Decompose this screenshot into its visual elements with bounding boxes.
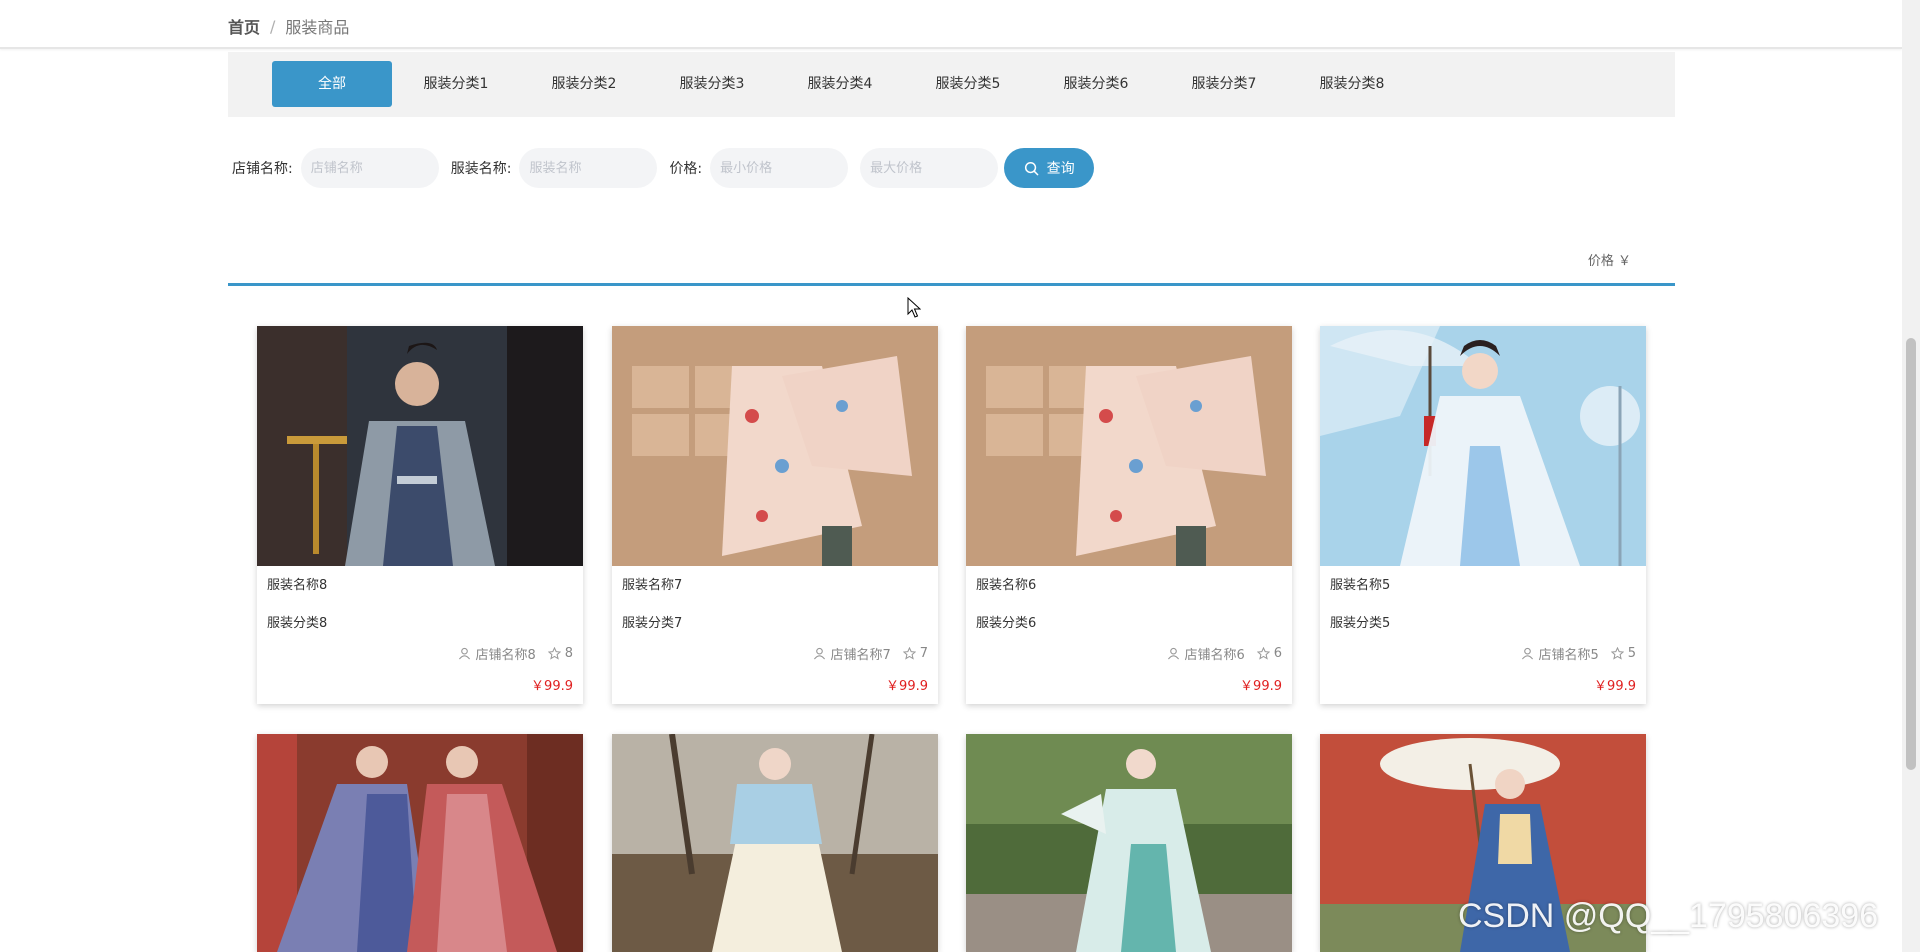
breadcrumb-header: 首页 / 服装商品 xyxy=(0,0,1902,49)
favorite-count: 6 xyxy=(1273,646,1282,661)
user-icon xyxy=(1522,647,1534,660)
price-label: 价格: xyxy=(669,161,703,177)
product-category: 服装分类7 xyxy=(622,616,683,631)
product-meta: 店铺名称8 8 xyxy=(458,644,573,663)
category-tab-all[interactable]: 全部 xyxy=(272,61,392,107)
shop-name[interactable]: 店铺名称7 xyxy=(830,644,890,663)
category-tab-7[interactable]: 服装分类7 xyxy=(1160,61,1288,107)
user-icon xyxy=(814,647,826,660)
min-price-input[interactable] xyxy=(710,148,849,188)
shop-name[interactable]: 店铺名称6 xyxy=(1184,644,1244,663)
page: 首页 / 服装商品 全部 服装分类1 服装分类2 服装分类3 服装分类4 服装分… xyxy=(0,0,1920,952)
star-icon xyxy=(902,647,916,660)
search-button[interactable]: 查询 xyxy=(1004,148,1095,188)
sort-bar: 价格 ￥ xyxy=(228,238,1675,286)
product-card[interactable]: 服装名称7 服装分类7 店铺名称7 7 ￥99.9 xyxy=(612,326,938,704)
category-tab-6[interactable]: 服装分类6 xyxy=(1032,61,1160,107)
product-price: ￥99.9 xyxy=(531,679,573,694)
max-price-input[interactable] xyxy=(860,148,999,188)
product-meta: 店铺名称5 5 xyxy=(1521,644,1636,663)
user-icon xyxy=(1168,647,1180,660)
product-image[interactable] xyxy=(257,326,583,566)
product-category: 服装分类8 xyxy=(267,616,328,631)
product-meta: 店铺名称7 7 xyxy=(813,644,928,663)
favorite-count: 8 xyxy=(564,646,573,661)
shop-name-label: 店铺名称: xyxy=(232,161,293,177)
product-image[interactable] xyxy=(1320,326,1646,566)
favorite-count: 7 xyxy=(919,646,928,661)
search-icon xyxy=(1024,161,1038,175)
category-tab-8[interactable]: 服装分类8 xyxy=(1288,61,1416,107)
breadcrumb-current: 服装商品 xyxy=(285,18,350,37)
product-price: ￥99.9 xyxy=(1594,679,1636,694)
product-price: ￥99.9 xyxy=(886,679,928,694)
breadcrumb: 首页 / 服装商品 xyxy=(228,14,349,38)
shop-name-input[interactable] xyxy=(300,148,439,188)
product-image[interactable] xyxy=(612,734,938,952)
product-name[interactable]: 服装名称6 xyxy=(976,574,1036,593)
search-form: 店铺名称: 服装名称: 价格: 查询 xyxy=(232,148,1095,188)
category-tab-2[interactable]: 服装分类2 xyxy=(520,61,648,107)
product-card[interactable]: 服装名称8 服装分类8 店铺名称8 8 ￥99.9 xyxy=(257,326,583,704)
category-tab-5[interactable]: 服装分类5 xyxy=(904,61,1032,107)
breadcrumb-home[interactable]: 首页 xyxy=(228,14,260,38)
product-category: 服装分类5 xyxy=(1330,616,1391,631)
breadcrumb-separator: / xyxy=(270,16,276,36)
product-name[interactable]: 服装名称7 xyxy=(622,574,682,593)
product-image[interactable] xyxy=(966,734,1292,952)
product-card[interactable]: 服装名称6 服装分类6 店铺名称6 6 ￥99.9 xyxy=(966,326,1292,704)
category-tab-1[interactable]: 服装分类1 xyxy=(392,61,520,107)
product-card[interactable] xyxy=(966,734,1292,952)
search-button-label: 查询 xyxy=(1046,161,1075,177)
clothing-name-label: 服装名称: xyxy=(450,161,512,177)
product-image[interactable] xyxy=(612,326,938,566)
star-icon xyxy=(1610,647,1624,660)
product-price: ￥99.9 xyxy=(1240,679,1282,694)
product-name[interactable]: 服装名称8 xyxy=(267,574,327,593)
product-name[interactable]: 服装名称5 xyxy=(1330,574,1390,593)
category-tab-4[interactable]: 服装分类4 xyxy=(776,61,904,107)
favorite-count: 5 xyxy=(1627,646,1636,661)
product-card[interactable] xyxy=(612,734,938,952)
product-category: 服装分类6 xyxy=(976,616,1037,631)
category-bar: 全部 服装分类1 服装分类2 服装分类3 服装分类4 服装分类5 服装分类6 服… xyxy=(228,52,1675,117)
category-tab-3[interactable]: 服装分类3 xyxy=(648,61,776,107)
product-card[interactable]: 服装名称5 服装分类5 店铺名称5 5 ￥99.9 xyxy=(1320,326,1646,704)
shop-name[interactable]: 店铺名称5 xyxy=(1538,644,1598,663)
watermark: CSDN @QQ__1795806396 xyxy=(1458,897,1879,935)
product-meta: 店铺名称6 6 xyxy=(1167,644,1282,663)
star-icon xyxy=(547,647,561,660)
shop-name[interactable]: 店铺名称8 xyxy=(475,644,535,663)
star-icon xyxy=(1256,647,1270,660)
product-card[interactable] xyxy=(257,734,583,952)
mouse-cursor-icon xyxy=(907,297,921,318)
product-image[interactable] xyxy=(257,734,583,952)
scrollbar-thumb[interactable] xyxy=(1906,338,1916,770)
sort-by-price[interactable]: 价格 ￥ xyxy=(1588,250,1631,269)
user-icon xyxy=(459,647,471,660)
product-image[interactable] xyxy=(966,326,1292,566)
clothing-name-input[interactable] xyxy=(519,148,658,188)
